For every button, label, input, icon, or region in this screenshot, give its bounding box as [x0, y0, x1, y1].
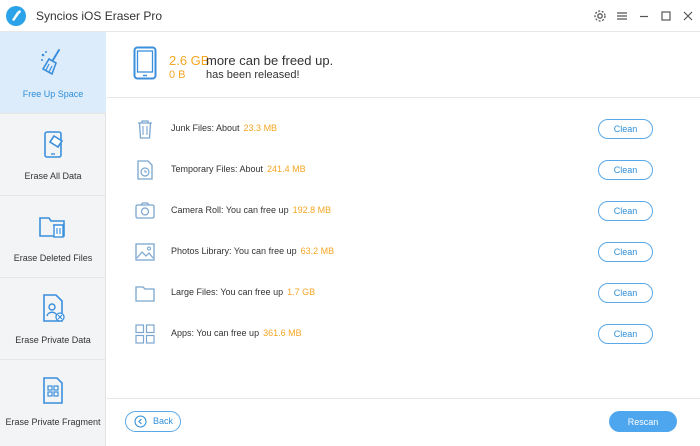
maximize-icon[interactable]: [656, 6, 676, 26]
sidebar-item-label: Erase Private Fragment: [5, 417, 101, 427]
row-size: 1.7 GB: [287, 287, 316, 297]
sidebar-item-free-up-space[interactable]: Free Up Space: [0, 32, 106, 114]
app-title: Syncios iOS Eraser Pro: [36, 9, 163, 23]
list-item-camera-roll: Camera Roll: You can free up 192.8 MB Cle…: [107, 192, 700, 232]
phone-eraser-icon: [44, 131, 64, 158]
sidebar-item-label: Erase Deleted Files: [13, 253, 93, 263]
app-logo-icon: [6, 6, 26, 26]
clock-file-icon: [137, 160, 153, 180]
close-icon[interactable]: [678, 6, 698, 26]
row-label: Apps: You can free up: [171, 328, 260, 338]
row-size: 241.4 MB: [267, 164, 306, 174]
sidebar-item-label: Erase Private Data: [15, 335, 91, 345]
title-bar: Syncios iOS Eraser Pro: [0, 0, 700, 32]
sidebar-item-erase-deleted-files[interactable]: Erase Deleted Files: [0, 196, 106, 278]
row-label: Temporary Files: About: [171, 164, 264, 174]
back-button-label: Back: [153, 416, 174, 426]
private-file-icon: [43, 294, 65, 322]
sidebar-item-erase-all-data[interactable]: Erase All Data: [0, 114, 106, 196]
minimize-icon[interactable]: [634, 6, 654, 26]
fragment-grid-icon: [43, 377, 63, 404]
menu-icon[interactable]: [612, 6, 632, 26]
clean-large-files-button[interactable]: Clean: [598, 283, 653, 303]
clean-temporary-files-button[interactable]: Clean: [598, 160, 653, 180]
footer: Back Rescan: [107, 398, 700, 446]
sidebar: Free Up Space Erase All Data Erase Delet…: [0, 32, 106, 446]
row-label: Junk Files: About: [171, 123, 240, 133]
sidebar-item-erase-private-data[interactable]: Erase Private Data: [0, 278, 106, 360]
camera-icon: [135, 202, 155, 219]
clean-photos-library-button[interactable]: Clean: [598, 242, 653, 262]
released-text: has been released!: [206, 69, 300, 81]
broom-icon: [41, 49, 60, 76]
apps-grid-icon: [135, 324, 155, 344]
folder-trash-icon: [39, 217, 65, 238]
list-item-apps: Apps: You can free up 361.6 MB Clean: [107, 315, 700, 355]
row-size: 361.6 MB: [263, 328, 302, 338]
clean-apps-button[interactable]: Clean: [598, 324, 653, 344]
sidebar-item-erase-private-fragment[interactable]: Erase Private Fragment: [0, 360, 106, 442]
list-item-photos-library: Photos Library: You can free up 63.2 MB C…: [107, 233, 700, 273]
image-icon: [135, 243, 155, 261]
row-size: 63.2 MB: [300, 246, 335, 256]
row-size: 192.8 MB: [292, 205, 332, 215]
row-label: Camera Roll: You can free up: [171, 205, 289, 215]
list-item-temporary-files: Temporary Files: About 241.4 MB Clean: [107, 151, 700, 191]
tablet-icon: [133, 46, 157, 80]
row-label: Photos Library: You can free up: [171, 246, 297, 256]
released-size: 0 B: [169, 69, 186, 81]
freeable-size: 2.6 GB: [169, 53, 210, 68]
row-size: 23.3 MB: [243, 123, 278, 133]
sidebar-item-label: Free Up Space: [22, 89, 84, 99]
summary-header: 2.6 GB more can be freed up. 0 B has bee…: [107, 32, 700, 98]
sidebar-item-label: Erase All Data: [24, 171, 82, 181]
trash-icon: [138, 120, 152, 139]
folder-icon: [135, 286, 155, 302]
freeable-text: more can be freed up.: [206, 53, 334, 68]
clean-junk-files-button[interactable]: Clean: [598, 119, 653, 139]
back-button[interactable]: Back: [125, 411, 181, 432]
settings-gear-icon[interactable]: [590, 6, 610, 26]
clean-camera-roll-button[interactable]: Clean: [598, 201, 653, 221]
list-item-junk-files: Junk Files: About 23.3 MB Clean: [107, 110, 700, 150]
rescan-button[interactable]: Rescan: [609, 411, 677, 432]
list-item-large-files: Large Files: You can free up 1.7 GB Clean: [107, 274, 700, 314]
row-label: Large Files: You can free up: [171, 287, 284, 297]
back-arrow-icon: [134, 415, 147, 428]
